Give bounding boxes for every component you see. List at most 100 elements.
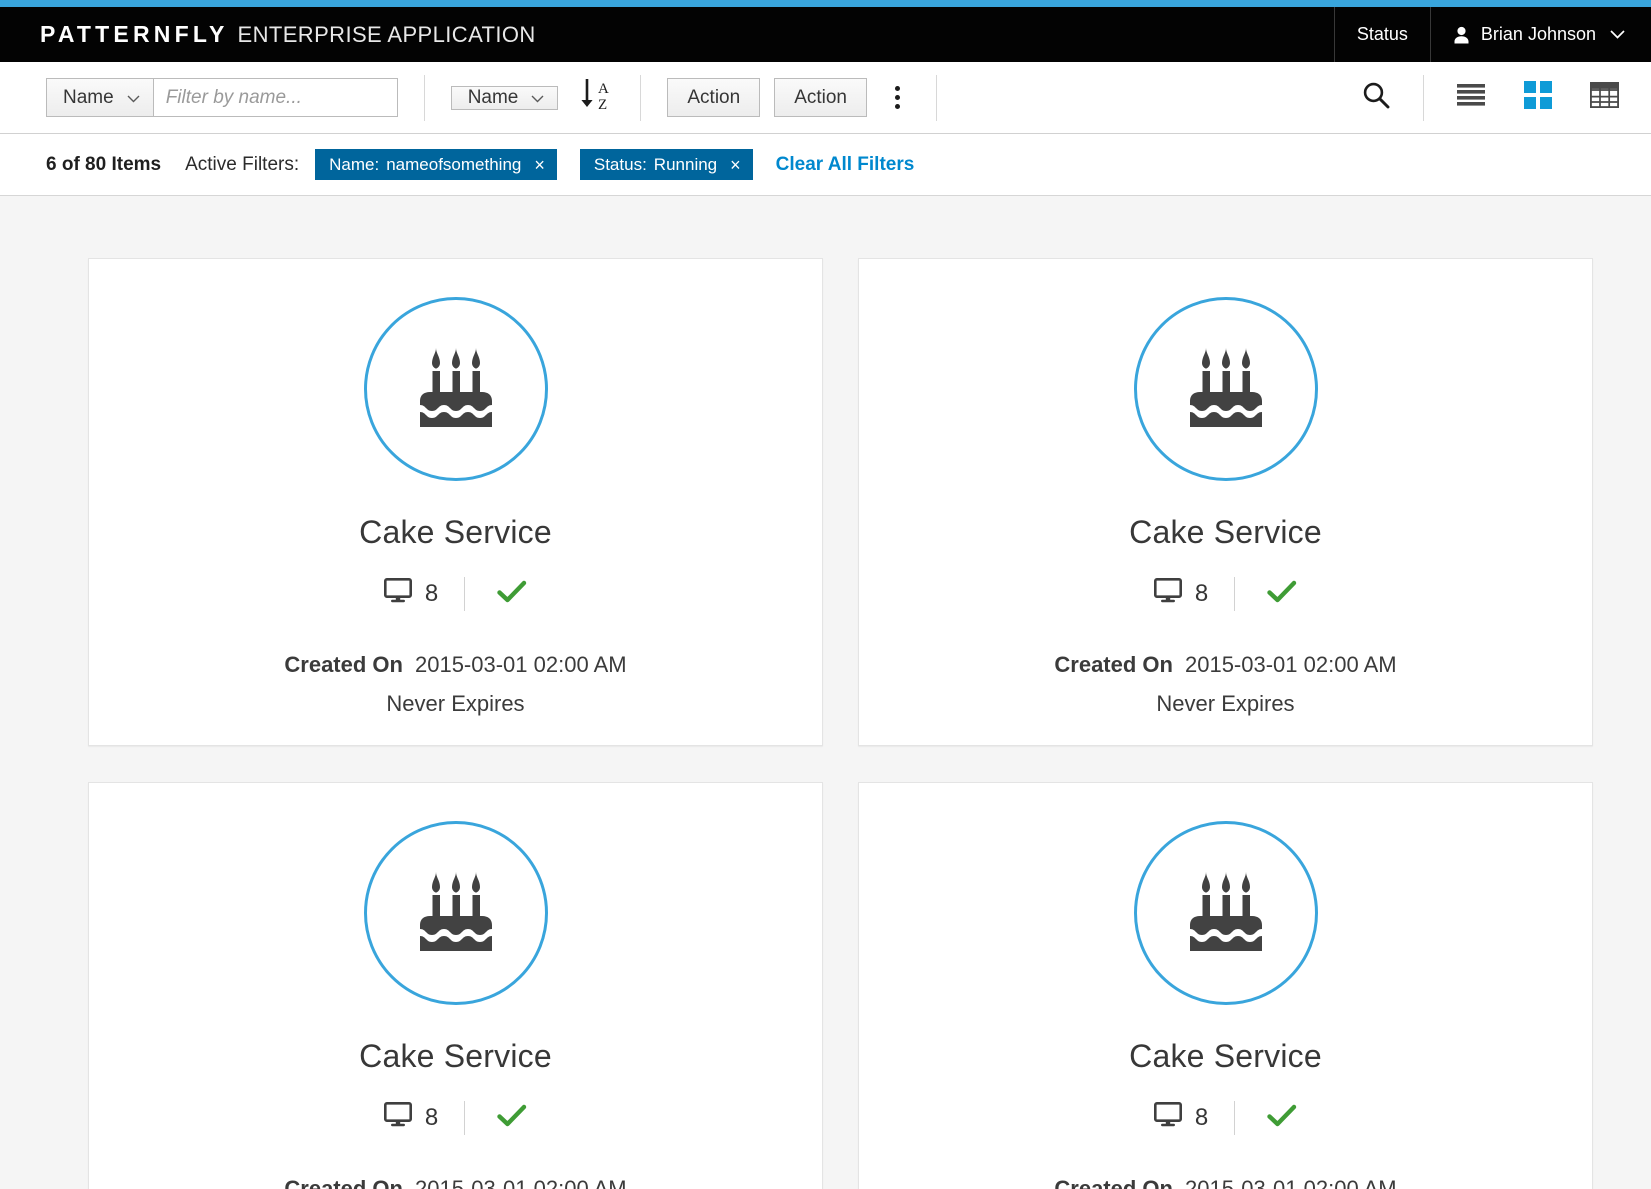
- avatar: [1133, 821, 1318, 1005]
- card-view-button[interactable]: [1518, 75, 1558, 120]
- filter-field-select[interactable]: Name: [46, 78, 154, 117]
- table-view-button[interactable]: [1584, 76, 1625, 119]
- masthead-right-group: Status Brian Johnson: [1333, 7, 1651, 62]
- card-instance-count-value: 8: [1194, 1104, 1209, 1131]
- check-icon: [1267, 1104, 1297, 1133]
- expires-label: Never Expires: [1156, 691, 1295, 717]
- kebab-dot: [895, 95, 900, 100]
- filter-by-name-input[interactable]: [153, 78, 398, 117]
- sort-field-select-label: Name: [467, 86, 519, 108]
- card-meta: Created On 2015-03-01 02:00 AM Never Expi…: [1054, 647, 1396, 721]
- brand-logo[interactable]: PATTERNFLY ENTERPRISE APPLICATION: [0, 7, 536, 62]
- card-title: Cake Service: [1129, 1038, 1322, 1074]
- card-status: [465, 1104, 527, 1133]
- service-card[interactable]: Cake Service 8 Created On 2015-03-01 02:…: [88, 258, 823, 746]
- filter-chip-key: Status:: [593, 154, 647, 174]
- created-on-label: Created On: [284, 1176, 403, 1189]
- card-instance-count-value: 8: [424, 580, 439, 607]
- card-stats: 8: [1153, 577, 1297, 611]
- clear-all-filters-link[interactable]: Clear All Filters: [776, 154, 915, 176]
- action-button-1[interactable]: Action: [667, 78, 761, 117]
- check-icon: [1267, 580, 1297, 609]
- card-stats: 8: [383, 1101, 527, 1135]
- masthead-accent-bar: [0, 0, 1651, 7]
- created-on-value: 2015-03-01 02:00 AM: [1184, 652, 1397, 677]
- birthday-cake-icon: [1180, 867, 1272, 960]
- service-card[interactable]: Cake Service 8 Created On 2015-03-01 02:…: [88, 782, 823, 1189]
- brand-subtitle: ENTERPRISE APPLICATION: [237, 21, 536, 47]
- brand-name: PATTERNFLY: [40, 21, 229, 47]
- screen-icon: [383, 577, 412, 610]
- table-view-icon: [1589, 81, 1620, 113]
- card-instance-count: 8: [1153, 1101, 1234, 1134]
- card-instance-count: 8: [383, 1101, 464, 1134]
- card-instance-count: 8: [1153, 577, 1234, 610]
- avatar: [363, 821, 548, 1005]
- chevron-down-icon: [531, 87, 544, 109]
- action-button-2[interactable]: Action: [774, 78, 867, 117]
- avatar: [363, 297, 548, 481]
- kebab-vertical-icon[interactable]: [885, 80, 910, 115]
- view-switcher: [1450, 75, 1625, 120]
- chevron-down-icon: [1610, 30, 1625, 39]
- list-view-button[interactable]: [1450, 77, 1492, 118]
- created-on-label: Created On: [1054, 1176, 1173, 1189]
- kebab-dot: [895, 104, 900, 109]
- created-on-label: Created On: [1054, 652, 1173, 677]
- card-title: Cake Service: [359, 1038, 552, 1074]
- masthead-status-label: Status: [1356, 24, 1408, 44]
- card-instance-count: 8: [383, 577, 464, 610]
- user-menu[interactable]: Brian Johnson: [1429, 7, 1651, 62]
- card-instance-count-value: 8: [1194, 580, 1209, 607]
- user-name-label: Brian Johnson: [1480, 24, 1596, 44]
- toolbar-divider-3: [936, 74, 937, 121]
- svg-text:Z: Z: [598, 97, 607, 113]
- masthead: PATTERNFLY ENTERPRISE APPLICATION Status…: [0, 7, 1651, 62]
- filter-input-group: Name: [46, 78, 398, 117]
- svg-text:A: A: [598, 81, 609, 97]
- card-stats: 8: [383, 577, 527, 611]
- card-status: [465, 580, 527, 609]
- active-filters-label: Active Filters:: [185, 153, 300, 175]
- card-status: [1235, 1104, 1297, 1133]
- card-grid: Cake Service 8 Created On 2015-03-01 02:…: [88, 258, 1605, 1189]
- chevron-down-icon: [127, 87, 140, 109]
- birthday-cake-icon: [410, 867, 502, 960]
- user-icon: [1453, 26, 1470, 44]
- result-count-label: 6 of 80 Items: [46, 153, 162, 175]
- toolbar-divider-2: [640, 74, 642, 121]
- toolbar-divider: [423, 74, 425, 121]
- toolbar-divider-4: [1423, 74, 1424, 121]
- birthday-cake-icon: [410, 343, 502, 436]
- created-on-label: Created On: [284, 652, 403, 677]
- filter-chip-status: Status: Running ×: [579, 149, 753, 180]
- sort-field-select[interactable]: Name: [450, 85, 559, 110]
- card-instance-count-value: 8: [424, 1104, 439, 1131]
- close-icon[interactable]: ×: [534, 156, 545, 174]
- sort-direction-button[interactable]: A Z: [578, 76, 614, 119]
- created-on-value: 2015-03-01 02:00 AM: [414, 1176, 627, 1189]
- list-view-icon: [1456, 83, 1486, 112]
- toolbar: Name Name A Z Action A: [0, 62, 1651, 134]
- close-icon[interactable]: ×: [730, 156, 741, 174]
- service-card[interactable]: Cake Service 8 Created On 2015-03-01 02:…: [858, 782, 1593, 1189]
- check-icon: [497, 580, 527, 609]
- search-button[interactable]: [1355, 74, 1397, 121]
- card-title: Cake Service: [1129, 514, 1322, 550]
- filter-chip-value: nameofsomething: [386, 154, 522, 174]
- sort-alpha-asc-icon: A Z: [578, 76, 614, 119]
- avatar: [1133, 297, 1318, 481]
- card-meta: Created On 2015-03-01 02:00 AM Never Expi…: [284, 647, 626, 721]
- card-status: [1235, 580, 1297, 609]
- main-content: Cake Service 8 Created On 2015-03-01 02:…: [0, 196, 1651, 1189]
- masthead-status-item[interactable]: Status: [1333, 7, 1430, 62]
- screen-icon: [1153, 1101, 1182, 1134]
- service-card[interactable]: Cake Service 8 Created On 2015-03-01 02:…: [858, 258, 1593, 746]
- card-stats: 8: [1153, 1101, 1297, 1135]
- kebab-dot: [895, 86, 900, 91]
- filter-chip-value: Running: [653, 154, 718, 174]
- filter-chip-key: Name:: [329, 154, 380, 174]
- screen-icon: [1153, 577, 1182, 610]
- card-title: Cake Service: [359, 514, 552, 550]
- screen-icon: [383, 1101, 412, 1134]
